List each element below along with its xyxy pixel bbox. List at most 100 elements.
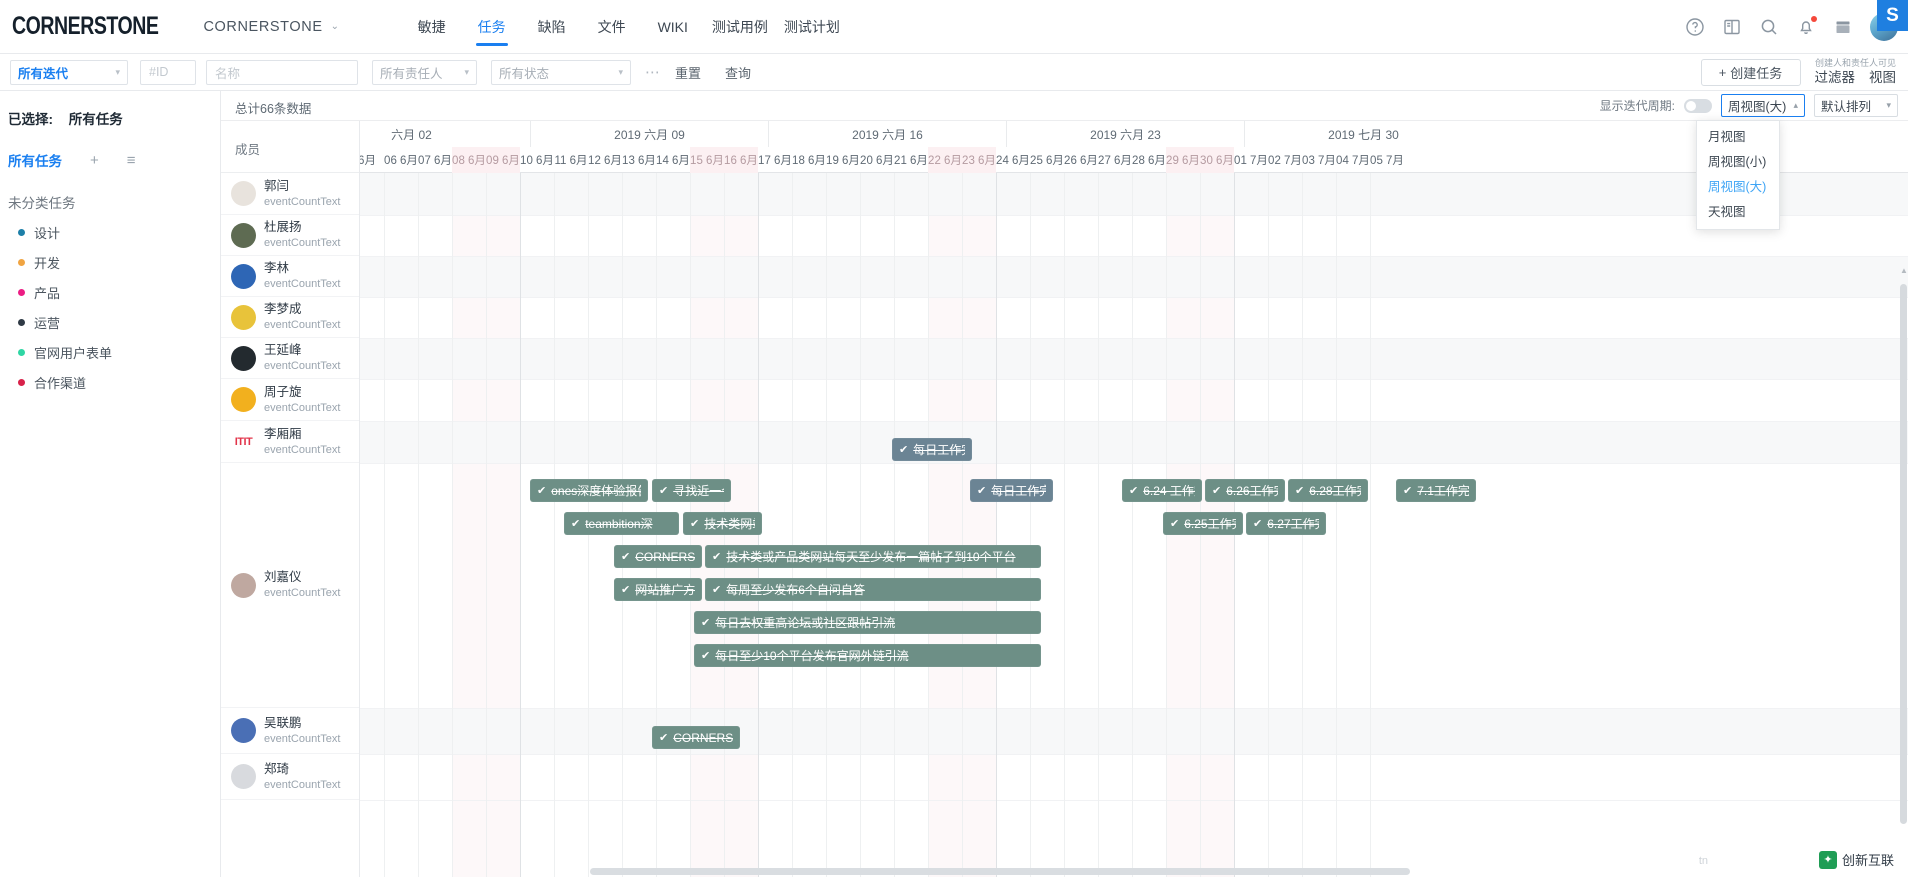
nav-item-test-plans[interactable]: 测试计划 — [776, 0, 848, 54]
sort-select[interactable]: 默认排列 ▾ — [1814, 94, 1898, 117]
bell-icon[interactable] — [1796, 15, 1817, 37]
app-badge-icon[interactable]: S — [1877, 0, 1908, 31]
task-bar-label: 每周至少发布6个自问自答 — [726, 583, 865, 597]
timeline[interactable]: 六月 02 2019 六月 09 2019 六月 16 2019 六月 23 2… — [360, 121, 1908, 877]
check-icon: ✔ — [1403, 485, 1413, 497]
nav-item-agile[interactable]: 敏捷 — [402, 0, 462, 54]
show-cycle-toggle[interactable] — [1684, 98, 1712, 113]
task-bar[interactable]: ✔ 7.1工作完成情 — [1396, 479, 1476, 502]
member-name: 李厢厢 — [264, 426, 302, 441]
watermark: ✦ 创新互联 — [1814, 848, 1898, 871]
search-icon[interactable] — [1759, 17, 1779, 37]
week-label: 六月 02 — [360, 121, 530, 147]
plus-icon[interactable]: + — [90, 152, 99, 169]
task-bar[interactable]: ✔ 技术类网站来 — [683, 512, 762, 535]
nav-item-tasks[interactable]: 任务 — [462, 0, 522, 54]
task-bar[interactable]: ✔ 6.28工作完成 — [1288, 479, 1368, 502]
task-bar[interactable]: ✔ 6.24 工作完成 — [1122, 479, 1202, 502]
task-bar[interactable]: ✔ 寻找近一个月 — [652, 479, 731, 502]
task-bar[interactable]: ✔ CORNERSTO — [652, 726, 740, 749]
task-bar[interactable]: ✔ 技术类或产品类网站每天至少发布一篇帖子到10个平台 — [705, 545, 1041, 568]
avatar — [231, 181, 256, 206]
row-band — [360, 708, 1908, 754]
day-label: 27 6月 — [1098, 155, 1132, 167]
member-row[interactable]: 周子旋 eventCountText — [221, 379, 359, 421]
task-bar[interactable]: ✔ 每日去权重高论坛或社区跟帖引流 — [694, 611, 1041, 634]
chevron-down-icon: ▾ — [618, 66, 623, 77]
scroll-up-icon[interactable]: ▲ — [1900, 266, 1908, 275]
task-bar[interactable]: ✔ 网站推广方案 — [614, 578, 702, 601]
sidebar-item-partner-channel[interactable]: 合作渠道 — [0, 362, 220, 392]
member-row[interactable]: 杜展扬 eventCountText — [221, 215, 359, 256]
create-task-button[interactable]: + 创建任务 — [1700, 58, 1801, 86]
day-label: 19 6月 — [826, 155, 860, 167]
task-bar[interactable]: ✔ 6.25工作完成 — [1163, 512, 1243, 535]
more-filters-icon[interactable]: ⋯ — [645, 63, 661, 81]
check-icon: ✔ — [659, 732, 669, 744]
member-row[interactable]: 刘嘉仪 eventCountText — [221, 463, 359, 708]
sidebar-item-operations[interactable]: 运营 — [0, 302, 220, 332]
task-bar[interactable]: ✔ 每日至少10个平台发布官网外链引流 — [694, 644, 1041, 667]
week-label: 2019 七月 30 — [1244, 121, 1482, 147]
dropdown-option-week-view-small[interactable]: 周视图(小) — [1697, 150, 1779, 175]
task-bar[interactable]: ✔ 每日工作完成 — [970, 479, 1053, 502]
task-bar[interactable]: ✔ CORNERSTO — [614, 545, 702, 568]
check-icon: ✔ — [621, 551, 631, 563]
nav-item-files[interactable]: 文件 — [582, 0, 642, 54]
check-icon: ✔ — [1295, 485, 1305, 497]
sidebar-group-uncategorized[interactable]: 未分类任务 — [0, 170, 220, 212]
create-task-label: 创建任务 — [1730, 65, 1783, 81]
status-select[interactable]: 所有状态 ▾ — [491, 59, 631, 85]
member-row[interactable]: ITIT 李厢厢 eventCountText — [221, 421, 359, 463]
query-button[interactable]: 查询 — [725, 63, 751, 82]
day-label: 26 6月 — [1064, 155, 1098, 167]
task-bar[interactable]: ✔ 6.27工作完成 — [1246, 512, 1326, 535]
nav-item-test-cases[interactable]: 测试用例 — [704, 0, 776, 54]
timeline-grid: ✔ 每日工作完成 ✔ ones深度体验报告 ✔ 寻找近一个月 ✔ 每日工作完成 — [360, 173, 1908, 877]
member-row[interactable]: 吴联鹏 eventCountText — [221, 708, 359, 754]
member-row[interactable]: 王延峰 eventCountText — [221, 338, 359, 379]
dropdown-option-month-view[interactable]: 月视图 — [1697, 125, 1779, 150]
dropdown-option-day-view[interactable]: 天视图 — [1697, 200, 1779, 225]
name-input[interactable]: 名称 — [206, 59, 358, 85]
row-band — [360, 173, 1908, 215]
project-switcher[interactable]: CORNERSTONE ⌄ — [203, 19, 339, 35]
book-icon[interactable] — [1722, 17, 1742, 37]
id-input[interactable]: #ID — [140, 59, 196, 85]
member-row[interactable]: 李梦成 eventCountText — [221, 297, 359, 338]
sidebar-item-design[interactable]: 设计 — [0, 212, 220, 242]
avatar — [231, 222, 256, 248]
task-bar[interactable]: ✔ 每周至少发布6个自问自答 — [705, 578, 1041, 601]
reset-button[interactable]: 重置 — [675, 63, 701, 82]
task-bar[interactable]: ✔ teambition深 — [564, 512, 679, 535]
assignee-select[interactable]: 所有责任人 ▾ — [372, 59, 477, 85]
member-name: 李林 — [264, 261, 290, 276]
iteration-select-value: 所有迭代 — [18, 66, 69, 81]
task-bar-label: teambition深 — [585, 517, 653, 531]
day-label: 16 6月 — [724, 147, 758, 173]
list-icon[interactable]: ≡ — [127, 152, 136, 169]
member-row[interactable]: 郭闫 eventCountText — [221, 173, 359, 215]
sidebar-item-product[interactable]: 产品 — [0, 272, 220, 302]
dropdown-option-week-view-large[interactable]: 周视图(大) — [1697, 175, 1779, 200]
view-mode-select[interactable]: 周视图(大) ▴ — [1721, 94, 1805, 117]
member-event-count: eventCountText — [264, 237, 341, 250]
member-row[interactable]: 李林 eventCountText — [221, 256, 359, 297]
nav-item-wiki[interactable]: WIKI — [642, 0, 704, 54]
calendar-icon[interactable] — [1833, 17, 1853, 37]
horizontal-scrollbar[interactable] — [360, 868, 1900, 875]
nav-item-defects[interactable]: 缺陷 — [522, 0, 582, 54]
help-icon[interactable] — [1685, 17, 1705, 37]
sidebar-item-all-tasks[interactable]: 所有任务 — [8, 150, 62, 170]
iteration-select[interactable]: 所有迭代 ▾ — [10, 59, 128, 85]
task-bar[interactable]: ✔ 每日工作完成 — [892, 438, 972, 461]
member-row[interactable]: 郑琦 eventCountText — [221, 754, 359, 800]
row-divider — [360, 256, 1908, 257]
sidebar-item-development[interactable]: 开发 — [0, 242, 220, 272]
task-bar[interactable]: ✔ 6.26工作完成 — [1205, 479, 1285, 502]
sidebar-item-website-user-form[interactable]: 官网用户表单 — [0, 332, 220, 362]
horizontal-scroll-thumb[interactable] — [590, 868, 1410, 875]
vertical-scroll-thumb[interactable] — [1900, 284, 1907, 824]
task-bar[interactable]: ✔ ones深度体验报告 — [530, 479, 648, 502]
vertical-scrollbar[interactable]: ▲ — [1900, 266, 1908, 859]
